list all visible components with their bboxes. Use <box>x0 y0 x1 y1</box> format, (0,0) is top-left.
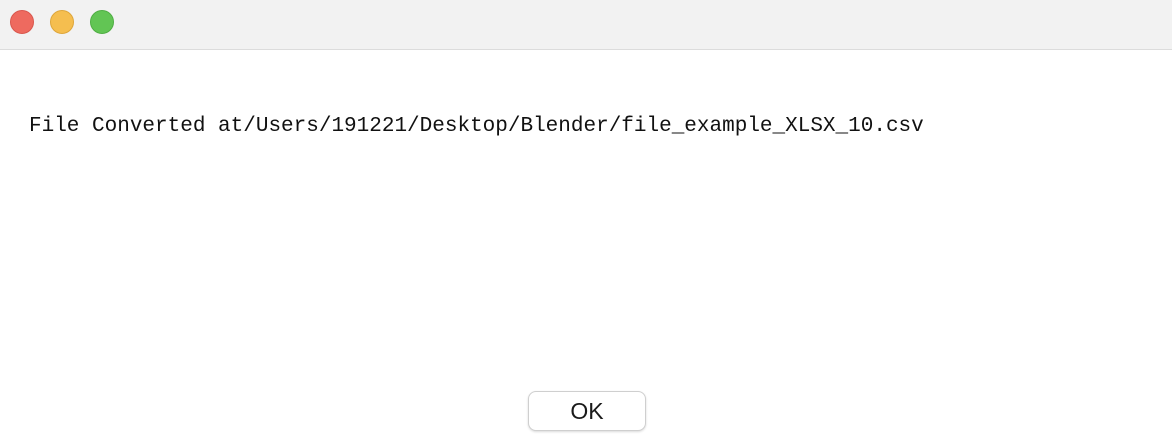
ok-button[interactable]: OK <box>528 391 646 431</box>
minimize-icon[interactable] <box>50 10 74 34</box>
dialog-window: File Converted at/Users/191221/Desktop/B… <box>0 0 1172 446</box>
title-bar <box>0 0 1172 50</box>
zoom-icon[interactable] <box>90 10 114 34</box>
close-icon[interactable] <box>10 10 34 34</box>
dialog-message: File Converted at/Users/191221/Desktop/B… <box>29 115 924 138</box>
